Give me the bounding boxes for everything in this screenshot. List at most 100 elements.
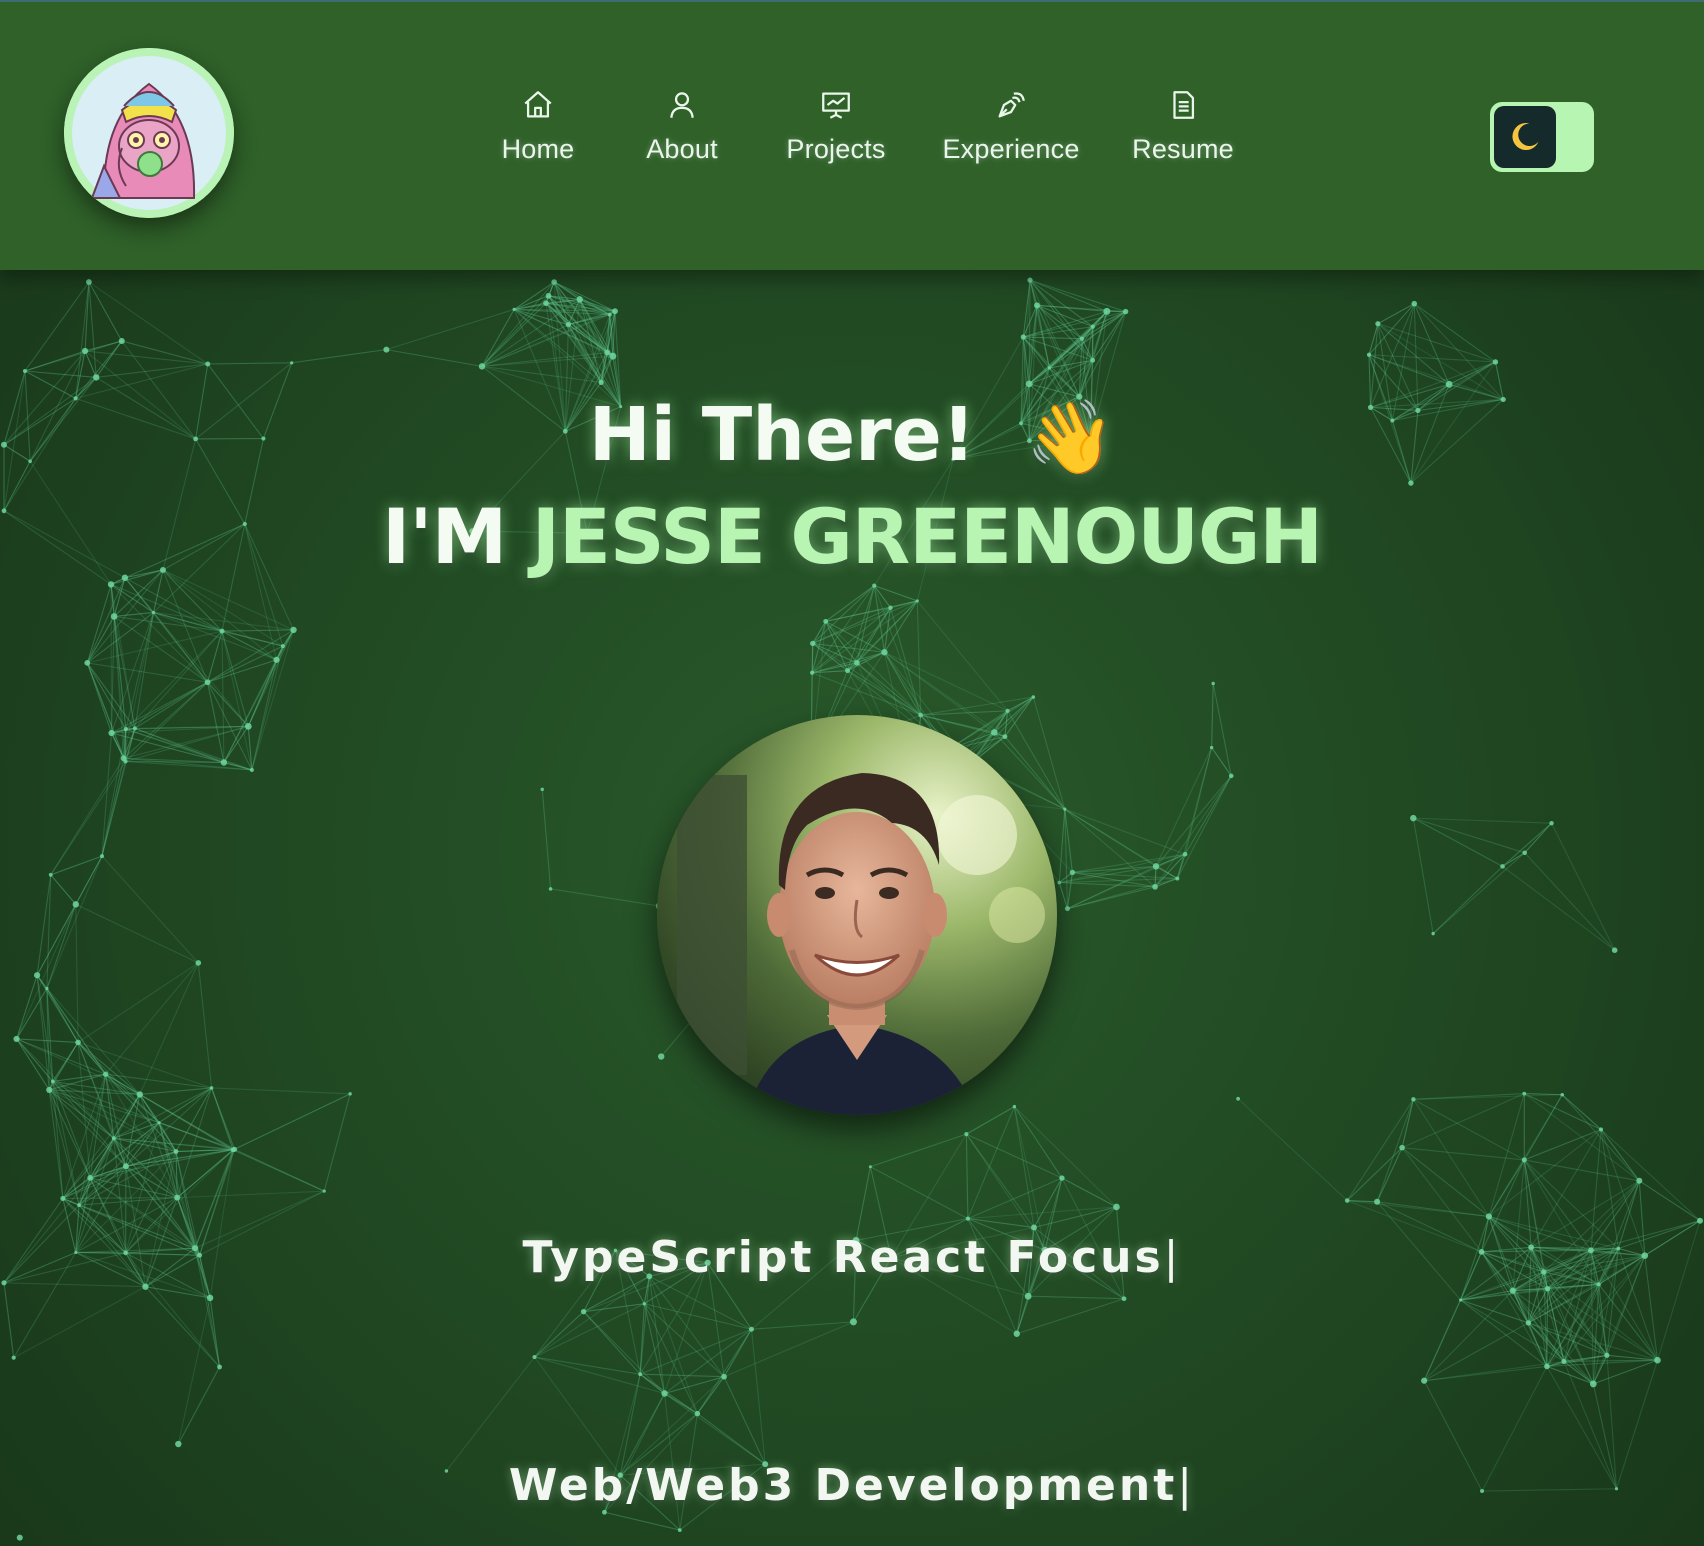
network-line: [105, 1073, 235, 1150]
network-node: [881, 649, 888, 656]
network-line: [46, 904, 77, 989]
network-line: [87, 662, 208, 683]
typed-line-1: TypeScript React Focus|: [0, 1232, 1704, 1283]
network-line: [251, 659, 278, 771]
network-line: [211, 1087, 236, 1150]
network-node: [219, 628, 225, 634]
network-line: [50, 874, 77, 905]
nav-projects-label: Projects: [786, 134, 886, 164]
network-line: [1460, 1299, 1548, 1367]
network-line: [75, 903, 199, 964]
network-node: [81, 347, 89, 355]
network-node: [1697, 1217, 1703, 1224]
network-line: [583, 1311, 665, 1394]
network-line: [870, 1133, 967, 1168]
network-line: [3, 1282, 146, 1288]
network-line: [1155, 865, 1178, 879]
nav-about[interactable]: About: [616, 88, 748, 165]
network-line: [1638, 1180, 1701, 1222]
network-node: [1236, 1096, 1240, 1101]
network-node: [123, 727, 128, 732]
network-line: [1546, 1288, 1549, 1367]
network-node: [1492, 359, 1499, 365]
network-node: [209, 1086, 214, 1090]
network-line: [696, 1376, 725, 1414]
network-line: [1401, 1093, 1525, 1149]
logo[interactable]: [64, 48, 234, 218]
network-line: [124, 577, 209, 683]
network-node: [1182, 851, 1188, 857]
network-line: [1211, 683, 1214, 748]
network-line: [84, 281, 90, 352]
network-node: [244, 722, 252, 730]
network-line: [1376, 1147, 1403, 1203]
network-line: [883, 651, 922, 716]
network-node: [543, 300, 549, 306]
network-line: [1502, 865, 1616, 951]
network-node: [11, 1355, 16, 1360]
network-line: [643, 1303, 725, 1378]
network-node: [108, 729, 115, 737]
network-node: [1113, 1203, 1120, 1211]
network-line: [916, 600, 1009, 712]
network-line: [323, 1093, 351, 1192]
network-line: [1176, 775, 1232, 879]
network-line: [534, 1356, 621, 1476]
network-node: [1030, 1224, 1037, 1231]
network-node: [1522, 850, 1528, 856]
network-line: [291, 349, 387, 364]
network-line: [1432, 852, 1526, 935]
network-line: [966, 1106, 1015, 1135]
network-node: [107, 581, 115, 588]
network-line: [1600, 1129, 1640, 1182]
network-node: [1636, 1177, 1643, 1184]
network-node: [273, 656, 280, 663]
network-node: [118, 337, 125, 344]
document-icon: [1173, 91, 1195, 119]
network-node: [72, 901, 80, 908]
network-node: [609, 352, 617, 360]
nav-resume-label: Resume: [1132, 134, 1234, 164]
network-node: [965, 1216, 970, 1221]
network-node: [122, 1163, 129, 1170]
network-node: [1411, 300, 1418, 307]
network-line: [177, 1190, 325, 1199]
hero-greeting: Hi There! 👋: [0, 392, 1704, 480]
network-node: [1152, 863, 1160, 870]
network-line: [177, 1297, 211, 1445]
cartoon-avatar-logo-icon: [64, 48, 234, 218]
network-line: [1524, 1159, 1640, 1182]
network-line: [48, 1089, 64, 1199]
network-node: [50, 1079, 55, 1084]
nav-home[interactable]: Home: [470, 88, 606, 165]
nav-projects[interactable]: Projects: [768, 88, 904, 165]
network-line: [604, 1511, 680, 1531]
network-node: [1459, 1298, 1463, 1302]
network-node: [1069, 869, 1076, 876]
network-line: [52, 1073, 106, 1082]
profile-photo-image: [657, 715, 1057, 1115]
network-node: [110, 613, 118, 620]
hero-name: JESSE GREENOUGH: [531, 492, 1323, 581]
network-node: [48, 872, 53, 877]
network-node: [1152, 884, 1158, 890]
network-node: [612, 308, 618, 315]
network-node: [204, 679, 211, 686]
network-line: [3, 1282, 15, 1358]
network-node: [1561, 1358, 1567, 1365]
network-line: [1155, 747, 1213, 867]
nav-experience[interactable]: Experience: [926, 88, 1096, 165]
presentation-chart-icon: [822, 92, 850, 119]
network-node: [991, 729, 998, 736]
theme-toggle[interactable]: [1490, 102, 1594, 172]
typed-line-1-text: TypeScript React Focus: [522, 1232, 1164, 1283]
nav-resume[interactable]: Resume: [1116, 88, 1250, 165]
network-node: [151, 610, 156, 615]
network-node: [849, 1318, 857, 1326]
network-node: [111, 1136, 116, 1141]
network-line: [46, 855, 103, 989]
network-node: [231, 1146, 238, 1152]
network-node: [1431, 931, 1435, 936]
network-line: [1524, 1093, 1602, 1130]
network-node: [823, 618, 829, 624]
